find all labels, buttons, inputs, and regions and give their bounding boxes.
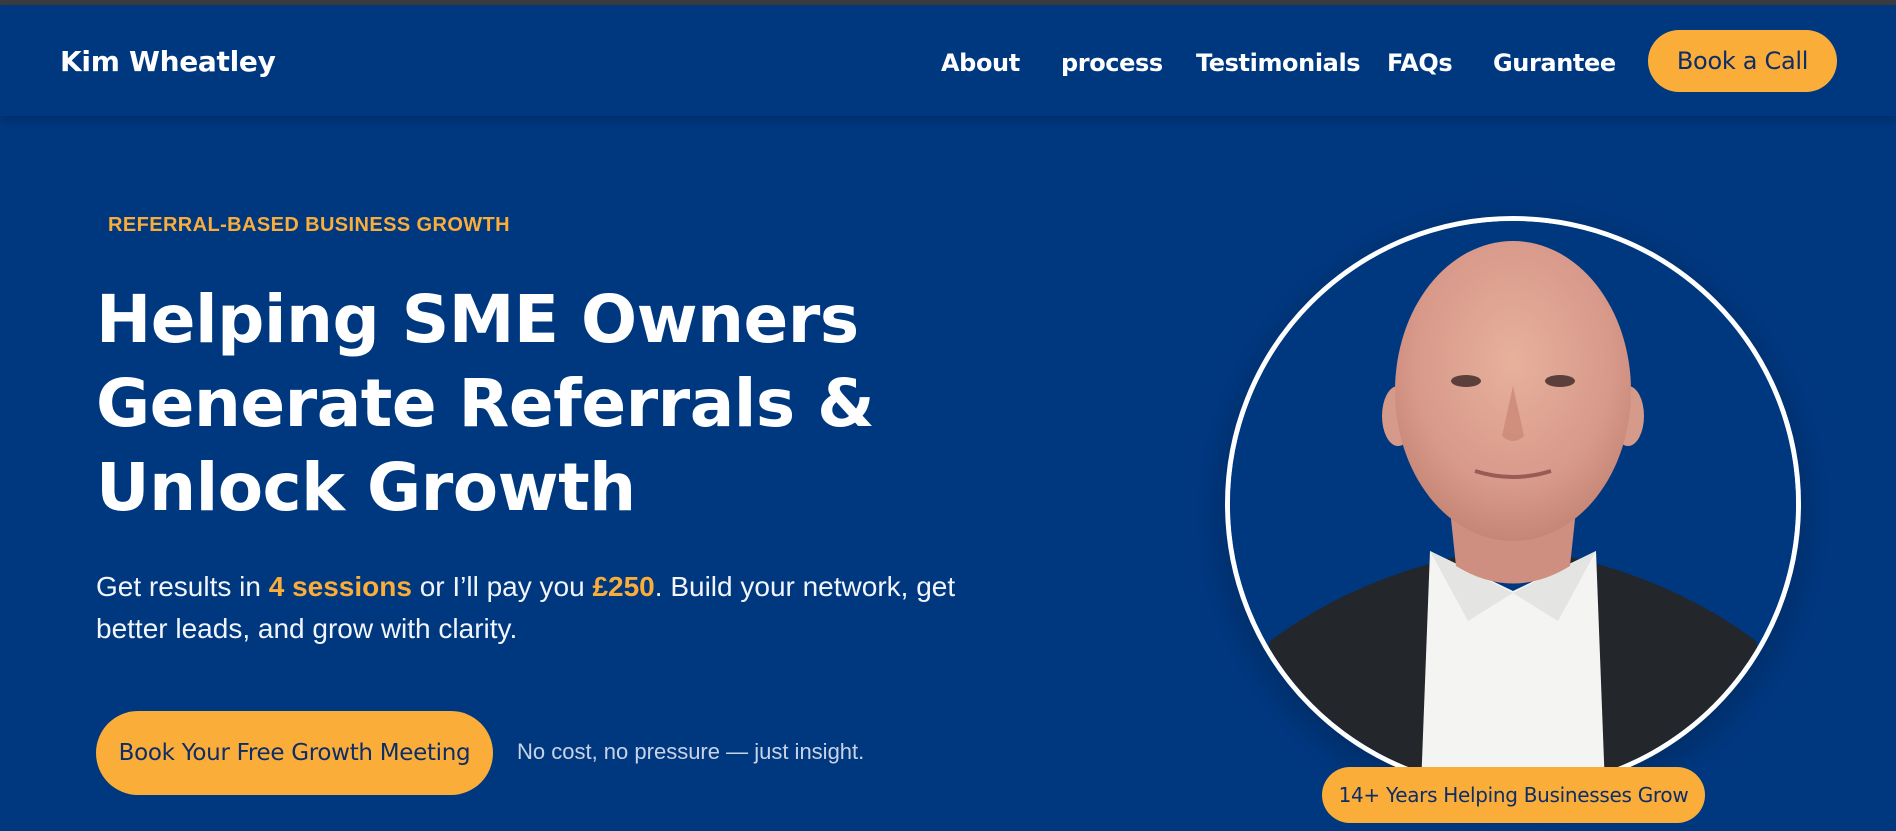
subtext-part-1: Get results in [96, 571, 269, 602]
subtext-highlight-amount: £250 [592, 571, 655, 602]
subtext-highlight-sessions: 4 sessions [268, 571, 412, 602]
nav-testimonials-link[interactable]: Testimonials [1196, 49, 1361, 77]
nav-faqs-link[interactable]: FAQs [1387, 49, 1453, 77]
nav-about-link[interactable]: About [941, 49, 1020, 77]
book-a-call-button[interactable]: Book a Call [1648, 30, 1837, 92]
portrait-photo [1225, 216, 1801, 792]
hero-eyebrow: REFERRAL-BASED BUSINESS GROWTH [108, 214, 511, 236]
portrait-illustration [1230, 221, 1796, 787]
experience-badge: 14+ Years Helping Businesses Grow [1322, 767, 1705, 823]
book-free-growth-meeting-button[interactable]: Book Your Free Growth Meeting [96, 711, 493, 795]
nav-gurantee-link[interactable]: Gurantee [1493, 49, 1616, 77]
headline-line-3: Unlock Growth [96, 449, 636, 526]
cta-note: No cost, no pressure — just insight. [517, 739, 865, 764]
headline-line-2: Generate Referrals & [96, 365, 875, 442]
hero-subtext: Get results in 4 sessions or I’ll pay yo… [96, 566, 956, 650]
nav-process-link[interactable]: process [1061, 49, 1163, 77]
hero-headline: Helping SME Owners Generate Referrals & … [96, 278, 875, 530]
headline-line-1: Helping SME Owners [96, 281, 859, 358]
subtext-part-2: or I’ll pay you [411, 571, 593, 602]
main-nav: About process Testimonials FAQs Gurantee [0, 49, 1896, 89]
site-header: Kim Wheatley About process Testimonials … [0, 5, 1896, 116]
